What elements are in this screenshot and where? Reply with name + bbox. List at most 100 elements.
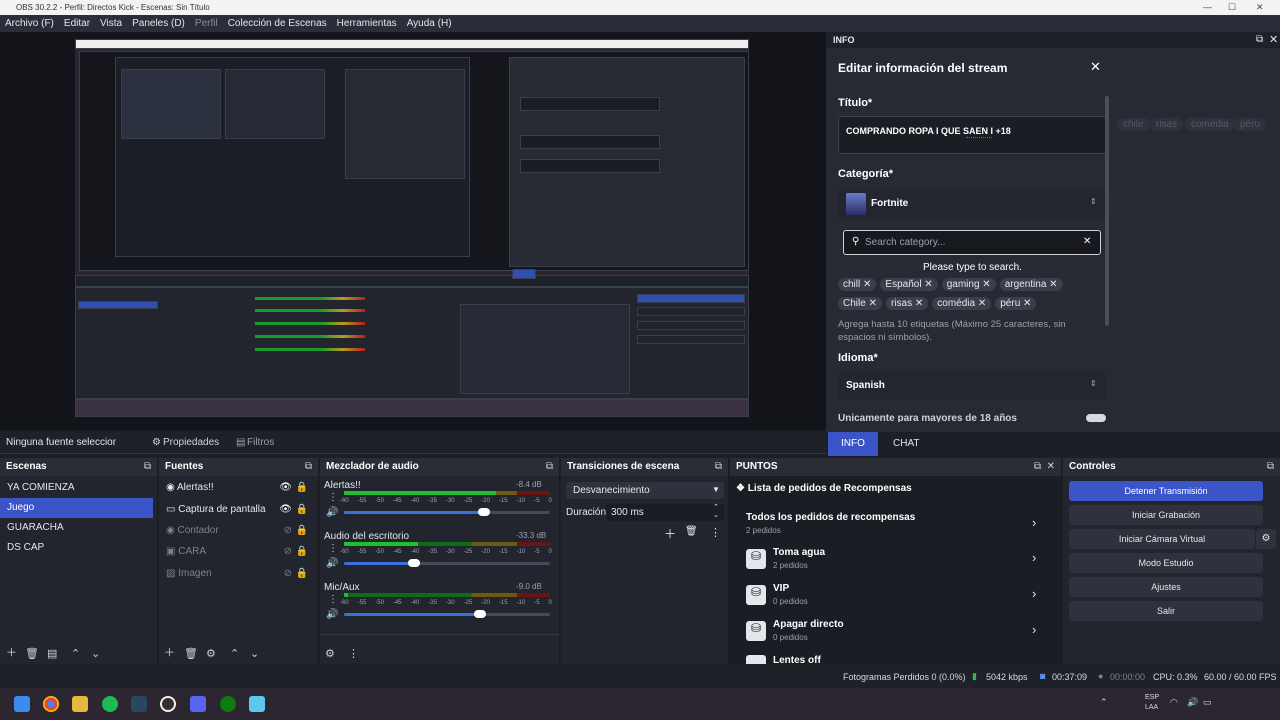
speaker-icon[interactable]: 🔊 [326,558,338,569]
lock-icon[interactable]: 🔒 [296,482,308,493]
menu-vista[interactable]: Vista [95,15,127,32]
source-item[interactable]: ▨ Imagen ⊘ 🔒 [159,564,318,584]
reward-item[interactable]: Lentes off [746,655,1046,664]
tag-comedia[interactable]: comédia ✕ [932,297,992,310]
mature-toggle[interactable] [1086,414,1106,422]
eye-off-icon[interactable]: ⊘ [284,546,292,557]
gear-icon[interactable]: ⚙ [325,647,335,660]
steam-icon[interactable] [131,696,147,712]
battery-icon[interactable]: ▭ [1203,697,1212,708]
lock-icon[interactable]: 🔒 [296,525,308,536]
trash-icon[interactable]: 🗑 [184,647,198,660]
discord-icon[interactable] [190,696,206,712]
undock-icon[interactable]: ⧉ [1256,34,1263,45]
studio-mode-button[interactable]: Modo Estudio [1069,553,1263,573]
menu-archivo[interactable]: Archivo (F) [0,15,59,32]
tab-info[interactable]: INFO [828,432,878,456]
lang-code[interactable]: ESP [1145,694,1159,701]
exit-button[interactable]: Salir [1069,601,1263,621]
move-down-icon[interactable]: ⌄ [91,647,100,660]
volume-slider[interactable] [344,559,550,567]
minimize-icon[interactable]: — [1203,2,1212,12]
lock-icon[interactable]: 🔒 [296,504,308,515]
gear-icon[interactable]: ⚙ [206,647,216,660]
tag-peru[interactable]: péru ✕ [995,297,1037,310]
scene-item[interactable]: DS CAP [0,538,157,558]
menu-herramientas[interactable]: Herramientas [332,15,402,32]
volume-slider[interactable] [344,508,550,516]
tag-gaming[interactable]: gaming ✕ [941,278,996,291]
transition-select[interactable]: Desvanecimiento ▼ [566,482,724,499]
preview-canvas[interactable] [75,39,749,417]
tag-chill[interactable]: chill ✕ [838,278,877,291]
add-icon[interactable]: ＋ [164,644,175,660]
source-item[interactable]: ◉ Alertas!! 👁 🔒 [159,478,318,498]
more-icon[interactable]: ⋮ [328,492,338,503]
language-select[interactable]: Spanish ⇕ [838,371,1106,399]
menu-editar[interactable]: Editar [59,15,95,32]
app-icon[interactable] [249,696,265,712]
move-up-icon[interactable]: ⌃ [71,647,80,660]
lock-icon[interactable]: 🔒 [296,546,308,557]
virtual-camera-button[interactable]: Iniciar Cámara Virtual [1069,529,1255,549]
source-item[interactable]: ▭ Captura de pantalla 👁 🔒 [159,500,318,520]
xbox-icon[interactable] [220,696,236,712]
eye-icon[interactable]: 👁 [279,482,292,493]
stop-stream-button[interactable]: Detener Transmisión [1069,481,1263,501]
tag-argentina[interactable]: argentina ✕ [999,278,1063,291]
menu-paneles[interactable]: Paneles (D) [127,15,190,32]
tab-chat[interactable]: CHAT [880,432,932,456]
gear-icon[interactable]: ⚙ [1256,529,1276,549]
lang-variant[interactable]: LAA [1145,704,1158,711]
tag-chile[interactable]: Chile ✕ [838,297,882,310]
volume-icon[interactable]: 🔊 [1187,697,1198,708]
properties-button[interactable]: Propiedades [163,437,219,448]
close-icon[interactable]: ✕ [1047,461,1055,472]
reward-item[interactable]: ⛁ Toma agua 2 pedidos › [746,547,1046,573]
spin-arrows-icon[interactable]: ⌃ ⌄ [713,504,719,520]
title-field[interactable]: COMPRANDO ROPA I QUE SAEN I +18 [838,116,1106,154]
chrome-icon[interactable] [43,696,59,712]
windows-start-icon[interactable] [14,696,30,712]
filters-button[interactable]: Filtros [247,437,274,448]
close-window-icon[interactable]: ✕ [1256,2,1264,13]
undock-icon[interactable]: ⧉ [546,461,553,472]
dock-close-icon[interactable]: ✕ [1269,33,1278,46]
more-icon[interactable]: ⋮ [348,647,359,660]
wifi-icon[interactable]: ◠ [1170,697,1178,708]
tray-chevron-icon[interactable]: ⌃ [1100,697,1108,708]
lock-icon[interactable]: 🔒 [296,568,308,579]
obs-icon[interactable] [160,696,176,712]
eye-icon[interactable]: 👁 [279,504,292,515]
undock-icon[interactable]: ⧉ [1267,461,1274,472]
trash-icon[interactable]: 🗑 [25,647,39,660]
folder-icon[interactable] [72,696,88,712]
eye-off-icon[interactable]: ⊘ [284,525,292,536]
menu-coleccion[interactable]: Colección de Escenas [223,15,332,32]
duration-spinbox[interactable]: 300 ms ⌃ ⌄ [606,504,724,521]
scene-item[interactable]: YA COMIENZA [0,478,157,498]
more-icon[interactable]: ⋮ [328,594,338,605]
spotify-icon[interactable] [102,696,118,712]
undock-icon[interactable]: ⧉ [305,461,312,472]
tag-espanol[interactable]: Español ✕ [880,278,938,291]
undock-icon[interactable]: ⧉ [144,461,151,472]
settings-button[interactable]: Ajustes [1069,577,1263,597]
scene-item-selected[interactable]: Juego [0,498,153,518]
eye-off-icon[interactable]: ⊘ [284,568,292,579]
undock-icon[interactable]: ⧉ [715,461,722,472]
source-item[interactable]: ◉ Contador ⊘ 🔒 [159,521,318,541]
speaker-icon[interactable]: 🔊 [326,609,338,620]
source-item[interactable]: ▣ CARA ⊘ 🔒 [159,542,318,562]
tag-risas[interactable]: risas ✕ [885,297,929,310]
reward-all[interactable]: Todos los pedidos de recompensas 2 pedid… [746,512,1046,538]
add-icon[interactable]: ＋ [664,525,676,542]
move-up-icon[interactable]: ⌃ [230,647,239,660]
add-icon[interactable]: ＋ [6,644,17,660]
menu-perfil[interactable]: Perfil [190,15,223,32]
scene-item[interactable]: GUARACHA [0,518,157,538]
more-icon[interactable]: ⋮ [328,543,338,554]
trash-icon[interactable]: 🗑 [685,526,698,537]
clear-search-icon[interactable]: ✕ [1083,236,1091,247]
menu-ayuda[interactable]: Ayuda (H) [402,15,457,32]
